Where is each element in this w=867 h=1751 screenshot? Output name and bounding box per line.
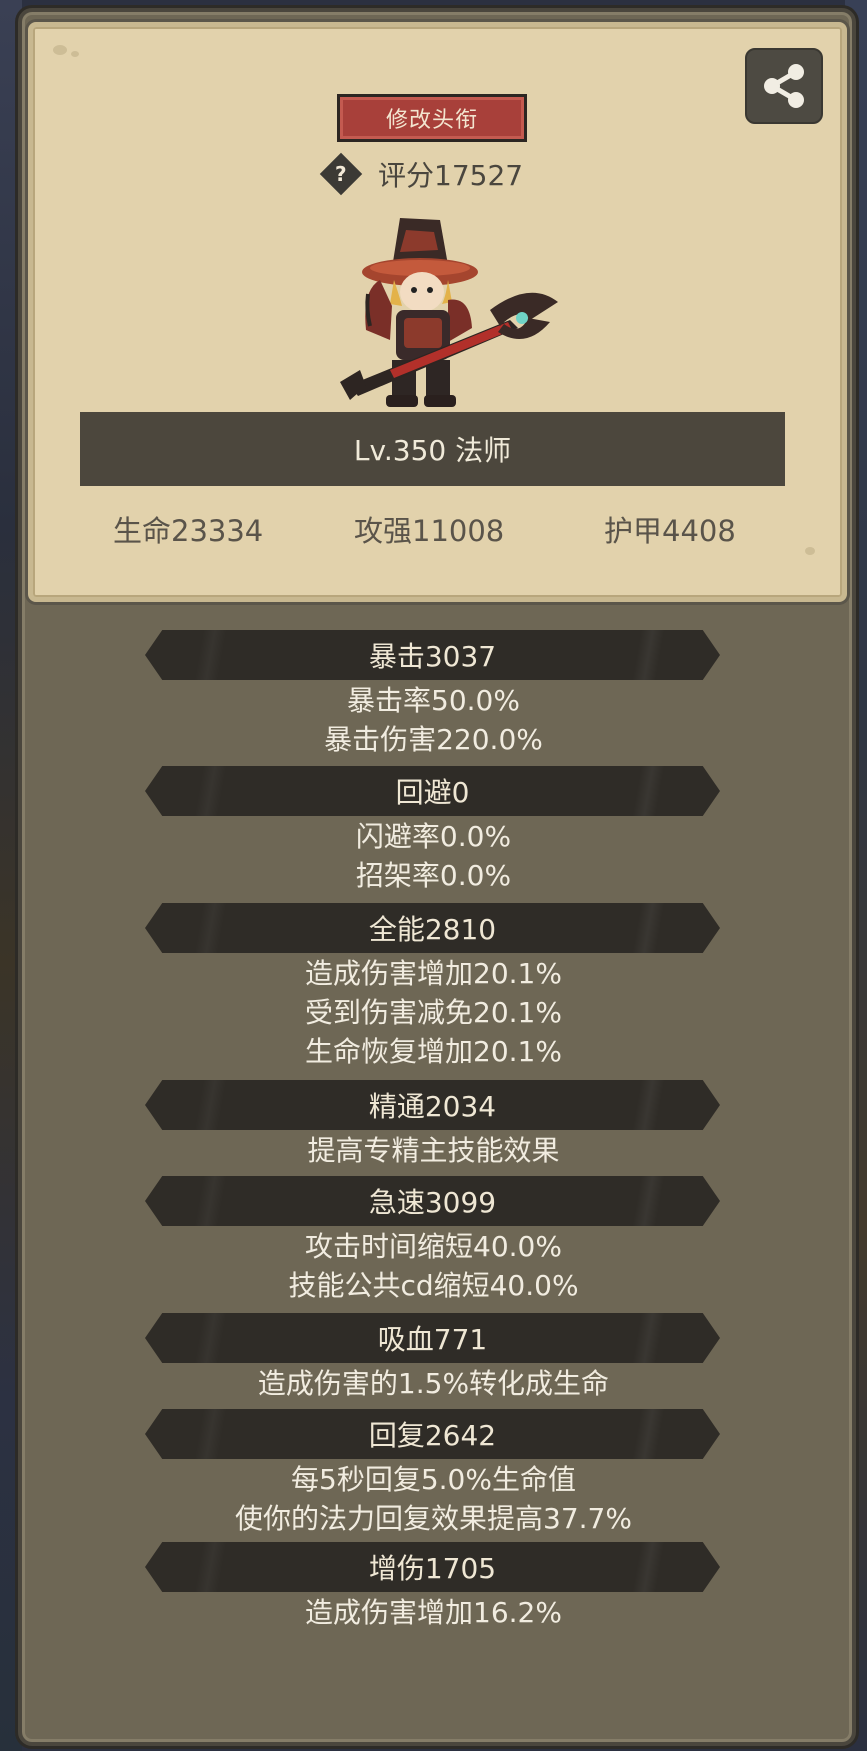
level-class-label: Lv.350 法师	[353, 434, 512, 467]
section-header-mastery: 精通2034	[145, 1080, 720, 1130]
stat-line: 受到伤害减免20.1%	[305, 996, 562, 1029]
stat-line: 闪避率0.0%	[355, 820, 512, 853]
section-header-damage-bonus: 增伤1705	[145, 1542, 720, 1592]
attack-stat: 攻强11008	[354, 514, 505, 548]
share-icon	[764, 64, 804, 108]
stat-line: 暴击率50.0%	[347, 684, 520, 717]
section-header-lifesteal: 吸血771	[145, 1313, 720, 1363]
help-symbol: ?	[335, 161, 347, 186]
section-header-dodge: 回避0	[145, 766, 720, 816]
section-header-haste: 急速3099	[145, 1176, 720, 1226]
section-header-regen: 回复2642	[145, 1409, 720, 1459]
stat-line: 造成伤害增加16.2%	[305, 1596, 562, 1629]
stat-line: 暴击伤害220.0%	[324, 723, 543, 756]
share-button[interactable]	[745, 48, 823, 124]
level-class-banner: Lv.350 法师	[80, 412, 785, 486]
stat-line: 技能公共cd缩短40.0%	[288, 1269, 579, 1302]
help-icon[interactable]: ?	[319, 152, 363, 196]
panel-spot	[53, 45, 67, 55]
stat-line: 使你的法力回复效果提高37.7%	[235, 1502, 632, 1535]
stat-line: 造成伤害增加20.1%	[305, 957, 562, 990]
hp-stat: 生命23334	[113, 514, 264, 548]
score-label: 评分17527	[378, 159, 524, 192]
edit-title-button[interactable]: 修改头衔	[337, 94, 527, 142]
stat-line: 生命恢复增加20.1%	[305, 1035, 562, 1068]
panel-spot	[805, 547, 815, 555]
panel-spot	[71, 51, 79, 57]
section-header-versatility: 全能2810	[145, 903, 720, 953]
stat-line: 提高专精主技能效果	[307, 1134, 560, 1167]
stat-line: 造成伤害的1.5%转化成生命	[257, 1367, 610, 1400]
stat-line: 攻击时间缩短40.0%	[305, 1230, 562, 1263]
stat-line: 招架率0.0%	[355, 859, 512, 892]
character-sprite	[340, 218, 558, 407]
section-header-crit: 暴击3037	[145, 630, 720, 680]
stat-line: 每5秒回复5.0%生命值	[291, 1463, 576, 1496]
armor-stat: 护甲4408	[604, 514, 736, 548]
score-row: ? 评分17527	[319, 152, 524, 196]
